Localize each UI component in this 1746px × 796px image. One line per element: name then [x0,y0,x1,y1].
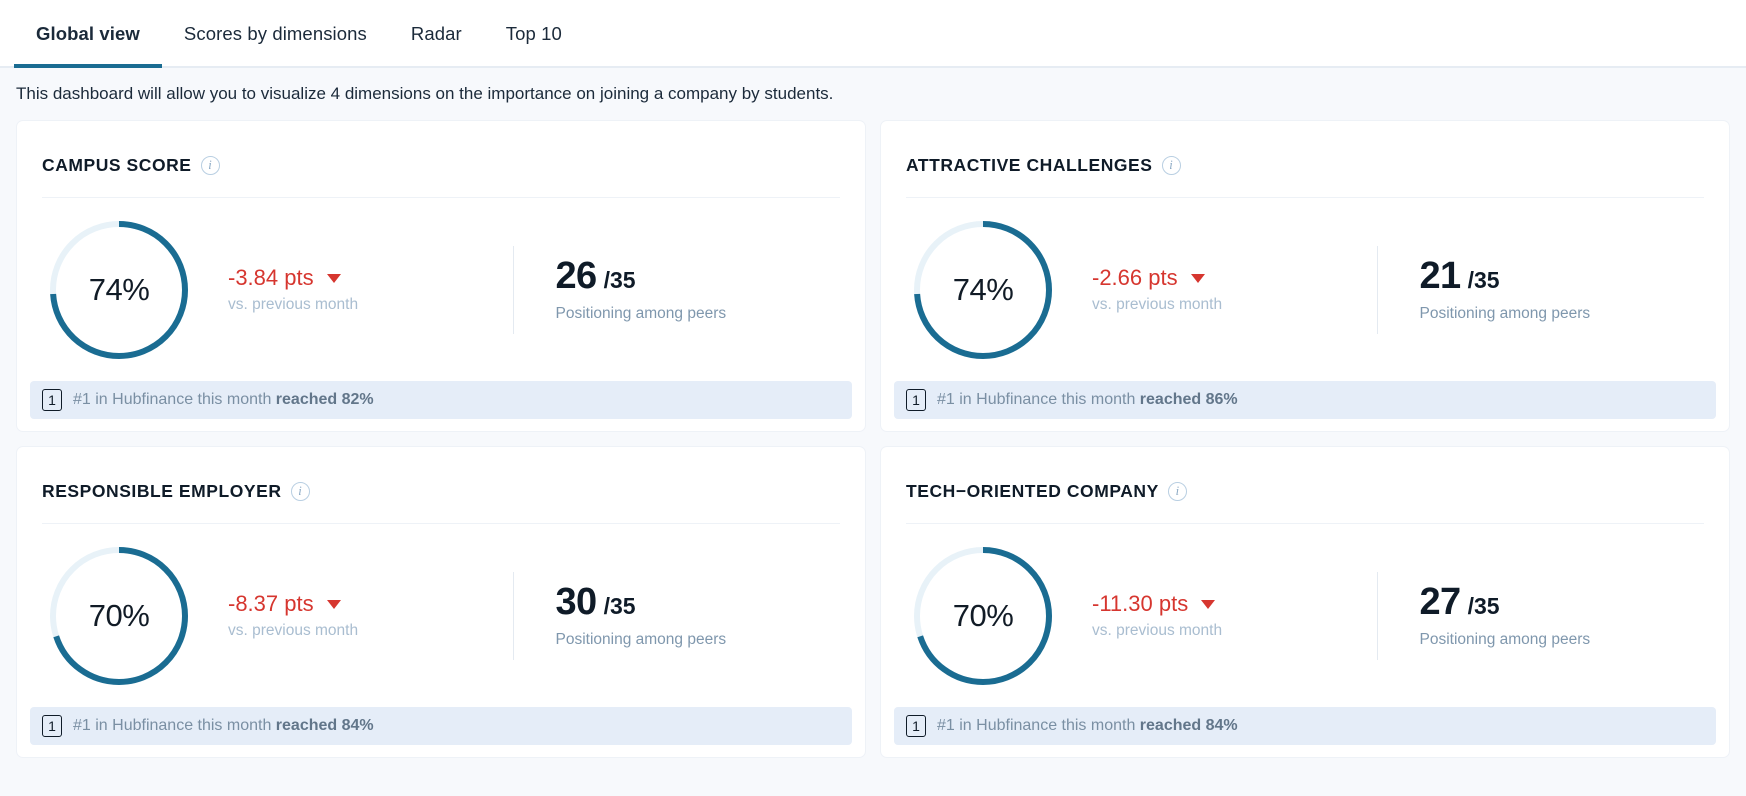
delta-caption: vs. previous month [1092,622,1223,639]
leader-banner: 1 #1 in Hubfinance this month reached 86… [894,381,1716,419]
banner-strong: reached 82% [275,391,374,408]
rank-value: 21 [1419,254,1462,297]
tab-global-view[interactable]: Global view [14,0,162,68]
metric-card-responsible-employer: RESPONSIBLE EMPLOYER i 70% -8.37 pts vs.… [16,446,866,758]
rank-block: 21 /35 Positioning among peers [1378,257,1705,323]
card-header: TECH−ORIENTED COMPANY i [881,447,1729,509]
banner-text: #1 in Hubfinance this month reached 86% [937,391,1238,409]
banner-text: #1 in Hubfinance this month reached 84% [937,717,1238,735]
card-title: RESPONSIBLE EMPLOYER [42,480,282,501]
delta-value: -3.84 pts [228,265,314,290]
tab-bar: Global view Scores by dimensions Radar T… [0,0,1746,68]
card-header: ATTRACTIVE CHALLENGES i [881,121,1729,183]
trend-down-icon [326,599,341,609]
info-icon[interactable]: i [1167,481,1187,501]
rank-total: /35 [603,266,636,293]
tab-top-10[interactable]: Top 10 [484,0,584,68]
tab-scores-by-dimensions[interactable]: Scores by dimensions [162,0,389,68]
delta-block: -11.30 pts vs. previous month [1060,591,1377,640]
metric-card-tech-oriented-company: TECH−ORIENTED COMPANY i 70% -11.30 pts v… [880,446,1730,758]
banner-strong: reached 84% [275,717,374,734]
rank-badge: 1 [42,715,62,737]
rank-value: 26 [555,254,598,297]
metric-card-campus-score: CAMPUS SCORE i 74% -3.84 pts vs. previou… [16,120,866,432]
metric-card-grid: CAMPUS SCORE i 74% -3.84 pts vs. previou… [0,120,1746,758]
dashboard-description: This dashboard will allow you to visuali… [0,68,1746,120]
delta-block: -2.66 pts vs. previous month [1060,265,1377,314]
score-percentage: 70% [88,597,150,633]
leader-banner: 1 #1 in Hubfinance this month reached 84… [894,707,1716,745]
score-percentage: 74% [88,271,150,307]
rank-badge: 1 [906,715,926,737]
rank-value: 30 [555,580,598,623]
score-percentage: 70% [952,597,1014,633]
tab-radar[interactable]: Radar [389,0,484,68]
delta-value: -11.30 pts [1092,591,1189,616]
banner-prefix: #1 in Hubfinance this month [73,717,276,734]
rank-total: /35 [603,592,636,619]
trend-down-icon [1201,599,1216,609]
delta-value: -2.66 pts [1092,265,1178,290]
info-icon[interactable]: i [290,481,310,501]
delta-block: -8.37 pts vs. previous month [196,591,513,640]
banner-strong: reached 84% [1139,717,1238,734]
banner-prefix: #1 in Hubfinance this month [937,391,1140,408]
trend-down-icon [326,273,341,283]
delta-block: -3.84 pts vs. previous month [196,265,513,314]
info-icon[interactable]: i [1161,155,1181,175]
banner-text: #1 in Hubfinance this month reached 82% [73,391,374,409]
info-icon[interactable]: i [200,155,220,175]
leader-banner: 1 #1 in Hubfinance this month reached 84… [30,707,852,745]
rank-block: 30 /35 Positioning among peers [514,583,841,649]
delta-value: -8.37 pts [228,591,314,616]
leader-banner: 1 #1 in Hubfinance this month reached 82… [30,381,852,419]
card-title: CAMPUS SCORE [42,154,192,175]
delta-caption: vs. previous month [228,296,359,313]
score-donut-chart: 74% [42,214,196,366]
rank-caption: Positioning among peers [555,304,727,322]
rank-block: 26 /35 Positioning among peers [514,257,841,323]
trend-down-icon [1190,273,1205,283]
card-body: 70% -8.37 pts vs. previous month 30 /35 … [17,524,865,707]
card-body: 74% -2.66 pts vs. previous month 21 /35 … [881,198,1729,381]
rank-caption: Positioning among peers [555,630,727,648]
rank-caption: Positioning among peers [1419,304,1591,322]
rank-caption: Positioning among peers [1419,630,1591,648]
card-body: 74% -3.84 pts vs. previous month 26 /35 … [17,198,865,381]
delta-caption: vs. previous month [228,622,359,639]
rank-badge: 1 [42,389,62,411]
score-donut-chart: 74% [906,214,1060,366]
banner-text: #1 in Hubfinance this month reached 84% [73,717,374,735]
score-donut-chart: 70% [906,540,1060,692]
banner-prefix: #1 in Hubfinance this month [937,717,1140,734]
card-title: TECH−ORIENTED COMPANY [906,480,1159,501]
banner-strong: reached 86% [1139,391,1238,408]
delta-caption: vs. previous month [1092,296,1223,313]
card-title: ATTRACTIVE CHALLENGES [906,154,1153,175]
banner-prefix: #1 in Hubfinance this month [73,391,276,408]
metric-card-attractive-challenges: ATTRACTIVE CHALLENGES i 74% -2.66 pts vs… [880,120,1730,432]
card-header: RESPONSIBLE EMPLOYER i [17,447,865,509]
rank-value: 27 [1419,580,1462,623]
rank-total: /35 [1467,592,1500,619]
rank-badge: 1 [906,389,926,411]
rank-total: /35 [1467,266,1500,293]
rank-block: 27 /35 Positioning among peers [1378,583,1705,649]
score-percentage: 74% [952,271,1014,307]
card-body: 70% -11.30 pts vs. previous month 27 /35… [881,524,1729,707]
score-donut-chart: 70% [42,540,196,692]
card-header: CAMPUS SCORE i [17,121,865,183]
